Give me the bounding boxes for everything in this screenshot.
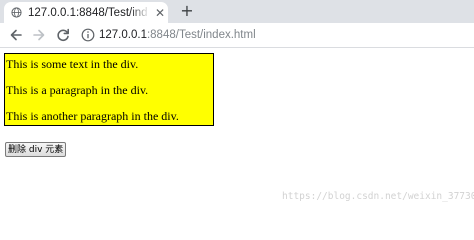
div-text: This is some text in the div. [6, 57, 139, 71]
tab-strip: 127.0.0.1:8848/Test/index.html ✕ + [0, 0, 474, 23]
globe-icon [11, 7, 22, 18]
div-paragraph-2: This is another paragraph in the div. [6, 109, 179, 123]
close-icon[interactable]: ✕ [153, 6, 167, 20]
url-host: 127.0.0.1 [99, 29, 147, 41]
arrow-left-icon[interactable] [8, 27, 24, 43]
yellow-div: This is some text in the div. This is a … [4, 53, 214, 126]
watermark: https://blog.csdn.net/weixin_37730482 [282, 191, 474, 202]
browser-toolbar: 127.0.0.1:8848/Test/index.html [0, 23, 474, 48]
url-text[interactable]: 127.0.0.1:8848/Test/index.html [99, 28, 256, 42]
browser-tab[interactable]: 127.0.0.1:8848/Test/index.html ✕ [4, 2, 168, 23]
plus-icon[interactable]: + [177, 1, 197, 21]
reload-icon[interactable] [55, 27, 71, 43]
address-bar[interactable]: 127.0.0.1:8848/Test/index.html [77, 26, 467, 44]
info-icon[interactable] [81, 28, 95, 42]
delete-div-button[interactable]: 删除 div 元素 [5, 142, 67, 157]
tab-title-fade [130, 5, 150, 21]
page-content: This is some text in the div. This is a … [0, 48, 474, 214]
url-path: :8848/Test/index.html [146, 29, 256, 41]
div-paragraph-1: This is a paragraph in the div. [6, 83, 149, 97]
arrow-right-icon[interactable] [31, 27, 47, 43]
